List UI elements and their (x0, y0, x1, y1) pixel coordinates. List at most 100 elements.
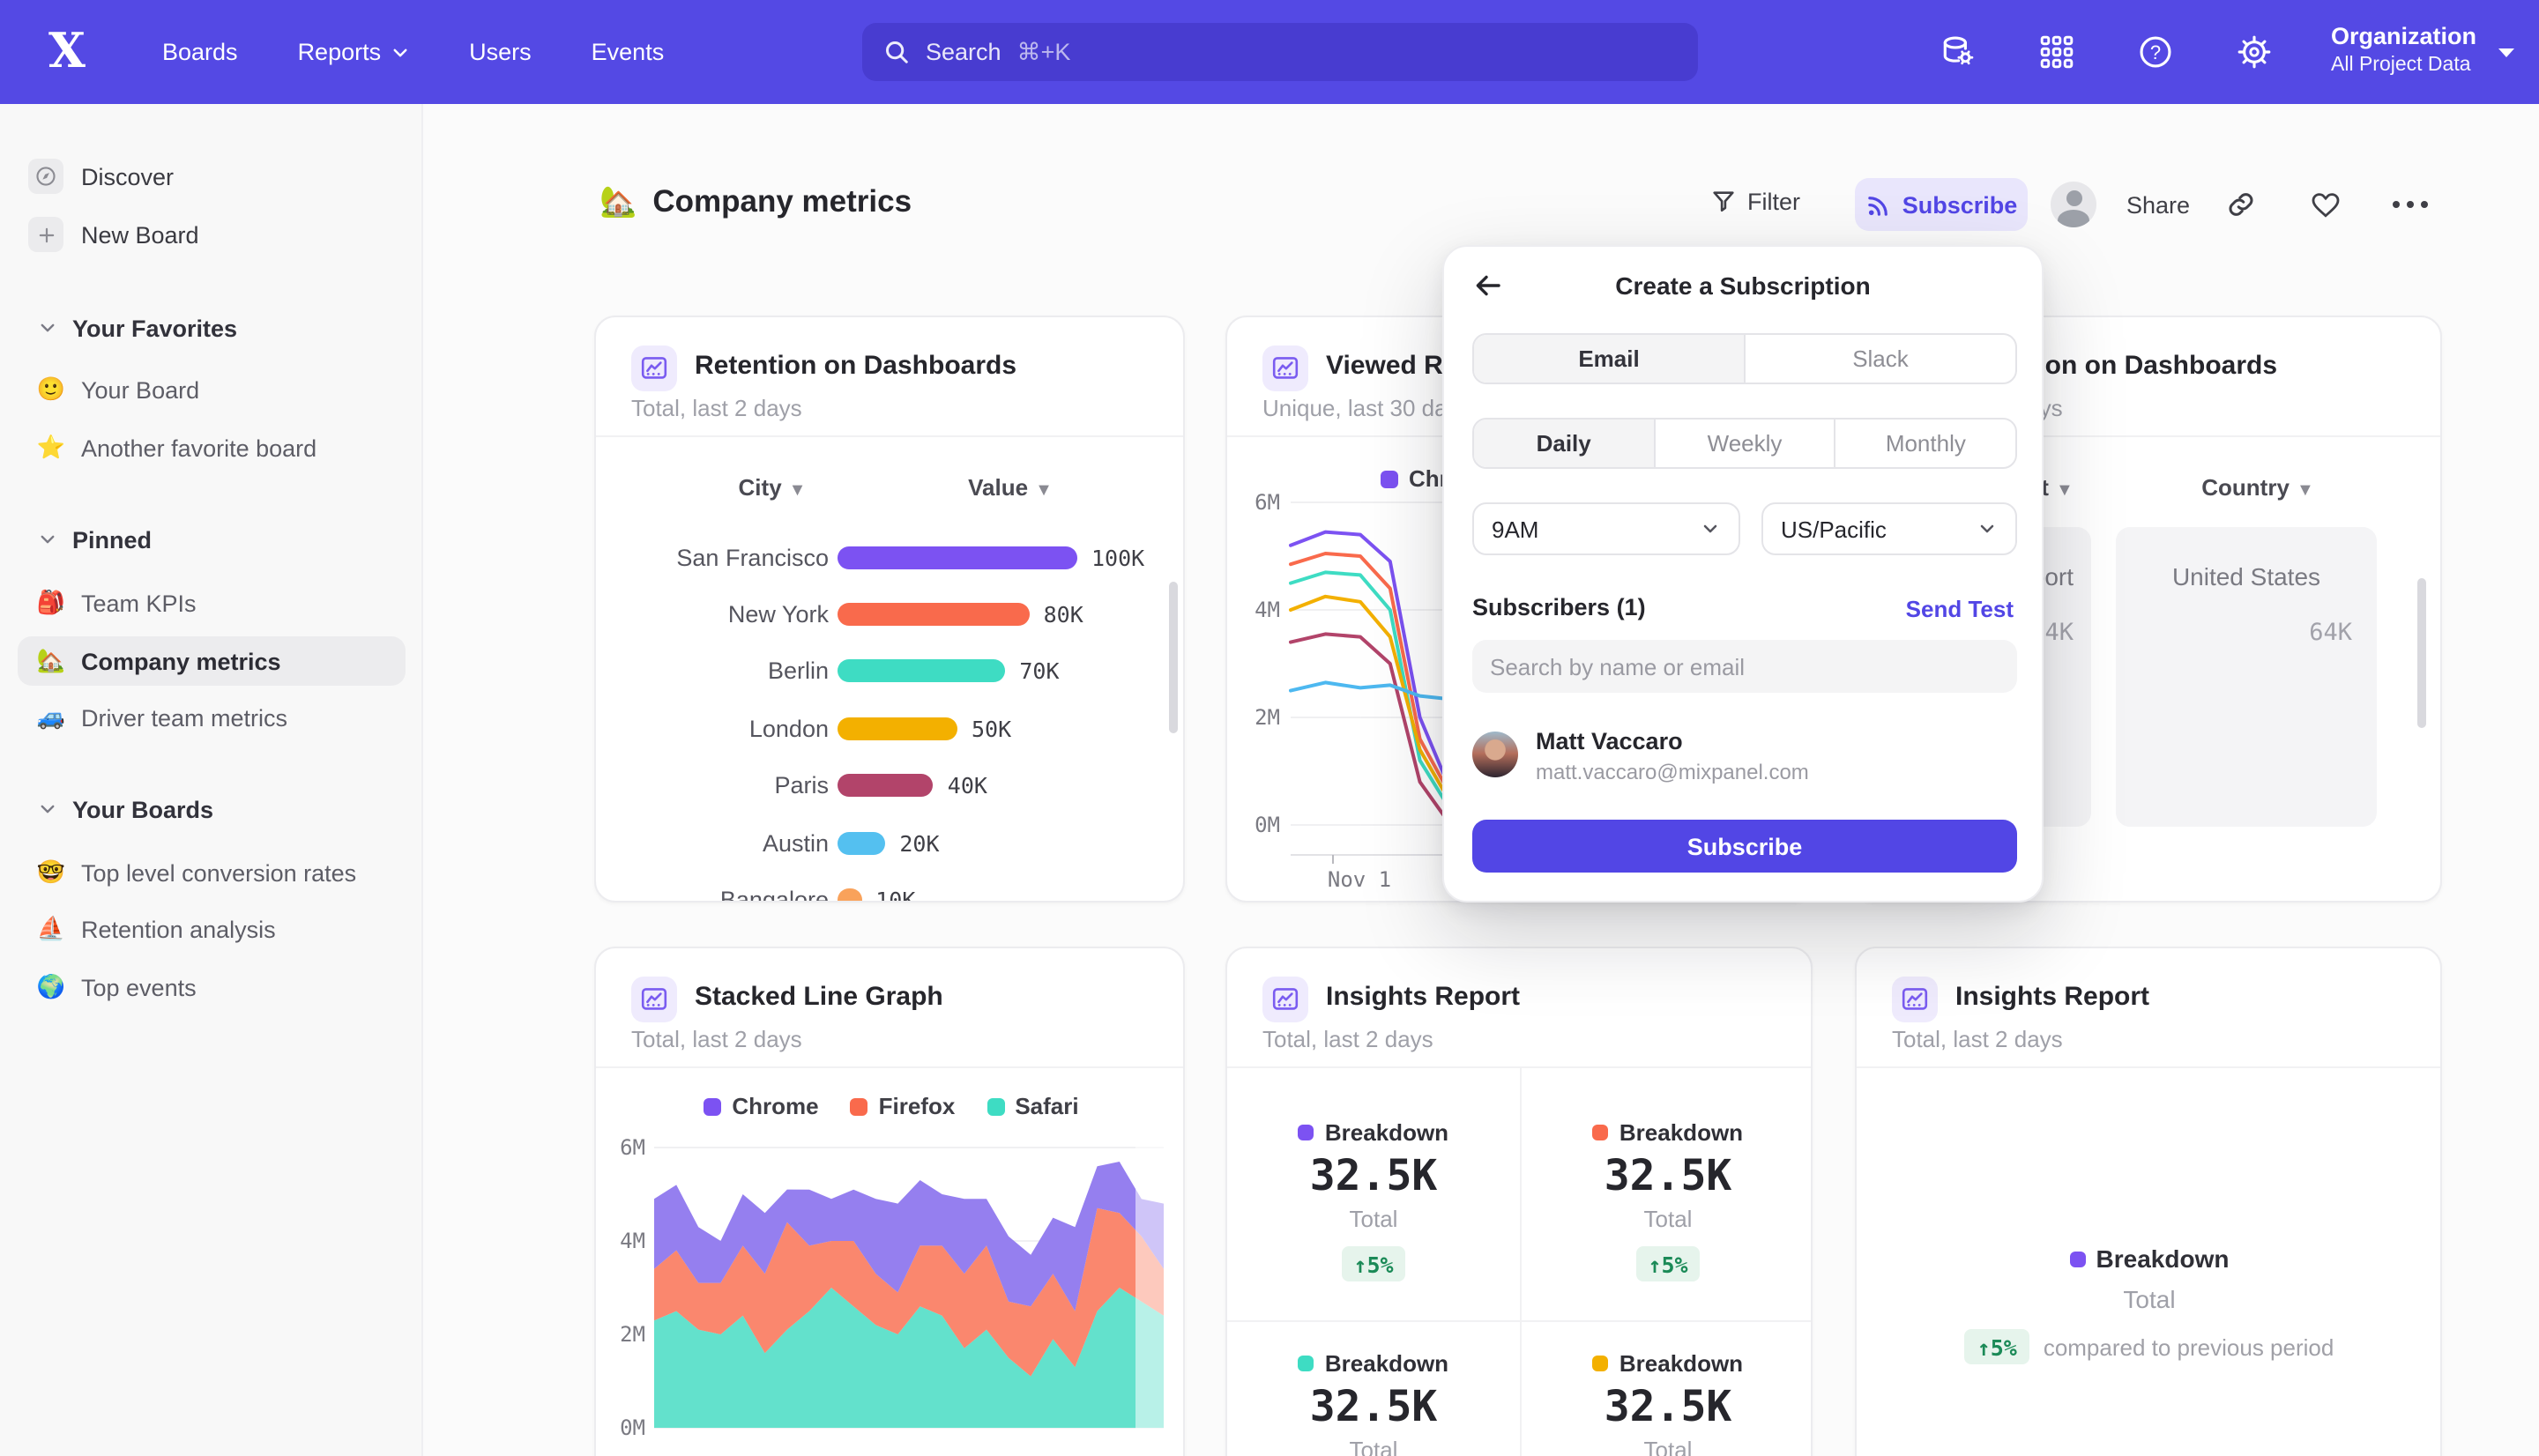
sidebar-item-label: New Board (81, 221, 199, 248)
column-header-city[interactable]: City▼ (666, 474, 878, 501)
share-button[interactable]: Share (2126, 192, 2190, 219)
metric-label-row: Breakdown (1527, 1348, 1809, 1377)
sidebar-section-1[interactable]: Pinned (39, 522, 391, 557)
row-city-label: Paris (631, 772, 829, 799)
filter-button[interactable]: Filter (1710, 189, 1800, 215)
card-retention-on-dashboards: Retention on Dashboards Total, last 2 da… (594, 316, 1185, 903)
send-test-link[interactable]: Send Test (1906, 596, 2014, 622)
tab-weekly[interactable]: Weekly (1655, 420, 1835, 467)
board-emoji-icon: ⭐ (35, 434, 67, 462)
row-bar (838, 888, 861, 903)
table-row[interactable]: London 50K (631, 700, 1164, 756)
card-stacked-line-graph: Stacked Line Graph Total, last 2 days Ch… (594, 947, 1185, 1456)
sidebar-item-driver-team-metrics[interactable]: 🚙Driver team metrics (18, 693, 406, 742)
sidebar-section-2[interactable]: Your Boards (39, 791, 391, 827)
search-input[interactable]: Search ⌘+K (862, 23, 1698, 81)
sidebar-item-top-level-conversion-rates[interactable]: 🤓Top level conversion rates (18, 848, 406, 897)
row-bar (838, 660, 1005, 683)
metric-block: Breakdown32.5KTotal↑5% (1527, 1348, 1809, 1456)
heart-icon[interactable] (2310, 189, 2342, 220)
metric-value: 32.5K (1232, 1382, 1515, 1431)
time-select[interactable]: 9AM (1472, 502, 1740, 555)
nav-link-users[interactable]: Users (469, 39, 532, 65)
sidebar-item-another-favorite-board[interactable]: ⭐ Another favorite board (18, 423, 406, 472)
sidebar-item-discover[interactable]: Discover (28, 152, 398, 201)
sidebar-item-company-metrics[interactable]: 🏡Company metrics (18, 636, 406, 686)
pivot-cell-country[interactable]: United States 64K (2116, 527, 2377, 827)
row-value: 70K (1019, 658, 1059, 685)
metric-value: 32.5K (1527, 1382, 1809, 1431)
row-city-label: Austin (631, 829, 829, 856)
apps-grid-icon[interactable] (2038, 33, 2075, 71)
cell-value: 64K (2309, 619, 2352, 647)
row-city-label: Berlin (631, 658, 829, 685)
org-switcher[interactable]: Organization All Project Data (2331, 19, 2476, 79)
chevron-down-icon (2497, 46, 2516, 60)
sidebar-item-your-board[interactable]: 🙂 Your Board (18, 365, 406, 414)
mixpanel-logo[interactable]: X (39, 23, 95, 79)
tab-slack[interactable]: Slack (1746, 335, 2015, 383)
card-scrollbar[interactable] (1169, 582, 1178, 733)
nav-link-reports[interactable]: Reports (298, 39, 410, 65)
sidebar-item-label: Top events (81, 974, 197, 1000)
sidebar-item-new-board[interactable]: New Board (28, 210, 398, 259)
search-icon (883, 39, 910, 65)
gear-icon[interactable] (2236, 33, 2273, 71)
sidebar-item-label: Company metrics (81, 648, 281, 674)
tab-email[interactable]: Email (1474, 335, 1746, 383)
sidebar-item-retention-analysis[interactable]: ⛵Retention analysis (18, 904, 406, 954)
board-emoji-icon: 🤓 (35, 858, 67, 887)
card-title: Insights Report (1326, 982, 1520, 1012)
link-icon[interactable] (2225, 189, 2257, 220)
select-chevron-icon (1700, 518, 1721, 539)
card-scrollbar[interactable] (2417, 578, 2426, 728)
sidebar-item-top-events[interactable]: 🌍 Top events (18, 962, 406, 1012)
table-row[interactable]: New York80K (631, 586, 1164, 643)
sidebar-item-team-kpis[interactable]: 🎒Team KPIs (18, 578, 406, 628)
tab-monthly[interactable]: Monthly (1836, 420, 2015, 467)
subscriber-search-input[interactable] (1472, 640, 2017, 693)
chevron-down-icon (39, 800, 56, 818)
legend-swatch (2070, 1251, 2086, 1267)
metric-block: Breakdown32.5KTotal↑5% (1527, 1118, 1809, 1281)
nav-link-boards[interactable]: Boards (162, 39, 238, 65)
metric-label-row: Breakdown (1527, 1118, 1809, 1146)
table-row[interactable]: Paris40K (631, 757, 1164, 813)
row-city-label: London (631, 715, 829, 741)
row-value: 10K (875, 887, 915, 903)
cell-label: United States (2116, 562, 2377, 591)
sidebar-item-label: Your Board (81, 376, 199, 403)
legend-swatch (1593, 1124, 1609, 1140)
help-icon[interactable]: ? (2137, 33, 2174, 71)
card-insights-report-grid: Insights Report Total, last 2 days Break… (1225, 947, 1813, 1456)
timezone-select[interactable]: US/Pacific (1761, 502, 2017, 555)
board-emoji-icon: 🙂 (35, 375, 67, 404)
metric-caption: Total (1232, 1206, 1515, 1232)
row-bar (838, 774, 934, 797)
sidebar-item-label: Discover (81, 163, 174, 189)
board-emoji-icon: 🎒 (35, 589, 67, 617)
metric-label-row: Breakdown (1232, 1118, 1515, 1146)
column-header-value[interactable]: Value▼ (913, 474, 1107, 501)
row-value: 50K (972, 715, 1011, 741)
sidebar-item-label: Another favorite board (81, 435, 316, 461)
delta-badge: ↑5% (1635, 1246, 1700, 1281)
more-dots-icon[interactable] (2391, 199, 2430, 210)
table-row[interactable]: Austin20K (631, 814, 1164, 871)
column-header-country[interactable]: Country▼ (2156, 474, 2359, 501)
data-pipeline-icon[interactable] (1940, 33, 1977, 71)
board-emoji-icon: 🌍 (35, 973, 67, 1001)
user-avatar[interactable] (2051, 182, 2096, 227)
table-row[interactable]: Berlin 70K (631, 643, 1164, 700)
sidebar-section-0[interactable]: Your Favorites (39, 310, 391, 345)
metric-label: Breakdown (1325, 1118, 1448, 1145)
table-row[interactable]: San Francisco100K (631, 529, 1164, 585)
subscribe-button[interactable]: Subscribe (1855, 178, 2028, 231)
nav-link-events[interactable]: Events (592, 39, 665, 65)
tab-daily[interactable]: Daily (1474, 420, 1655, 467)
legend-swatch (1299, 1355, 1314, 1371)
table-row[interactable]: Bangalore10K (631, 872, 1164, 903)
section-title: Your Favorites (72, 315, 237, 341)
modal-subscribe-button[interactable]: Subscribe (1472, 820, 2017, 873)
legend-swatch (1593, 1355, 1609, 1371)
